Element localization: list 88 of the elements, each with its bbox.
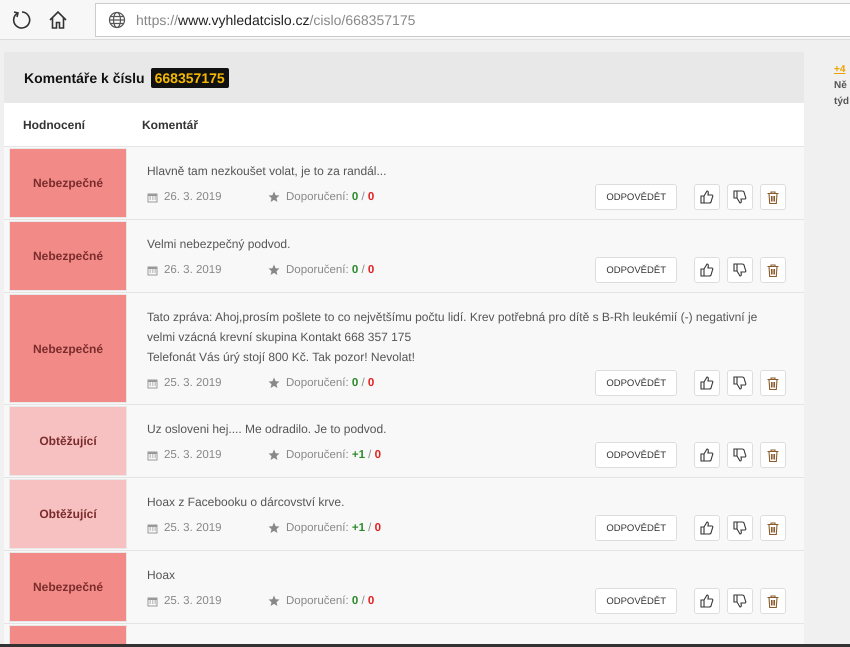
dislike-button[interactable]: [727, 588, 753, 614]
thumbs-up-icon: [700, 263, 714, 277]
trash-icon: [767, 376, 779, 390]
recommendation-count: Doporučení: 0 / 0: [286, 264, 374, 276]
reply-button[interactable]: ODPOVĚDĚT: [595, 184, 677, 210]
dislike-button[interactable]: [727, 184, 753, 210]
trash-icon: [767, 448, 779, 462]
calendar-icon: [147, 522, 158, 534]
rating-label: Nebezpečné: [9, 294, 127, 403]
comment-text: Tato zpráva: Ahoj,prosím pošlete to co největšímu počtu lidí. Krev potřebná pro dítě s B-Rh leukémií (-) negativní je velmi vzácná krevní skupina Kontakt 668 357 175 Telefonát Vás úrý stojí 800 Kč. Tak pozor! Nevolat!: [147, 309, 758, 366]
home-icon[interactable]: [47, 8, 69, 30]
thumbs-up-icon: [700, 448, 714, 462]
star-icon: [268, 377, 280, 389]
star-icon: [268, 449, 280, 461]
thumbs-up-icon: [700, 376, 714, 390]
rating-label: Obtěžující: [9, 479, 127, 549]
rating-label: Nebezpečné: [9, 221, 127, 291]
like-button[interactable]: [694, 370, 720, 396]
calendar-icon: [147, 264, 158, 276]
reload-icon[interactable]: [11, 8, 33, 30]
delete-button[interactable]: [760, 515, 786, 541]
like-button[interactable]: [694, 184, 720, 210]
trash-icon: [767, 522, 779, 534]
sidebar-text: Ně: [834, 79, 848, 93]
comment-date: 26. 3. 2019: [164, 191, 223, 203]
calendar-icon: [147, 450, 158, 460]
comment-date: 25. 3. 2019: [164, 377, 223, 389]
star-icon: [268, 264, 280, 276]
trash-icon: [767, 264, 779, 276]
comment-text: Velmi nebezpečný podvod.: [147, 236, 292, 253]
delete-button[interactable]: [760, 184, 786, 210]
delete-button[interactable]: [760, 370, 786, 396]
like-button[interactable]: [694, 515, 720, 541]
rating-label: Nebezpečné: [9, 552, 127, 622]
calendar-icon: [147, 192, 158, 202]
star-icon: [268, 522, 280, 534]
dislike-button[interactable]: [727, 257, 753, 283]
sidebar-text: týd: [834, 95, 849, 109]
trash-icon: [767, 594, 779, 608]
dislike-button[interactable]: [727, 370, 753, 396]
reply-button[interactable]: ODPOVĚDĚT: [595, 257, 677, 283]
comment-date: 25. 3. 2019: [164, 449, 223, 461]
thumbs-down-icon: [733, 448, 747, 462]
globe-icon: [108, 10, 126, 28]
column-header: Hodnocení: [22, 118, 86, 132]
delete-button[interactable]: [760, 257, 786, 283]
star-icon: [268, 595, 280, 607]
comment-text: Hoax: [147, 567, 176, 584]
trash-icon: [767, 190, 779, 204]
rating-label: Nebezpečné: [9, 148, 127, 218]
reply-button[interactable]: ODPOVĚDĚT: [595, 370, 677, 396]
rating-label: Obtěžující: [9, 406, 127, 476]
thumbs-down-icon: [733, 521, 747, 535]
thumbs-up-icon: [700, 190, 714, 204]
dislike-button[interactable]: [727, 515, 753, 541]
thumbs-up-icon: [700, 594, 714, 608]
like-button[interactable]: [694, 257, 720, 283]
thumbs-down-icon: [733, 594, 747, 608]
comment-text: Uz osloveni hej.... Me odradilo. Je to podvod.: [147, 421, 388, 438]
comment-text: Hoax z Facebooku o dárcovství krve.: [147, 494, 346, 511]
reply-button[interactable]: ODPOVĚDĚT: [595, 442, 677, 468]
column-header: Komentář: [142, 118, 198, 132]
comment-text: Hlavně tam nezkoušet volat, je to za randál...: [147, 163, 388, 180]
reply-button[interactable]: ODPOVĚDĚT: [595, 588, 677, 614]
comment-date: 25. 3. 2019: [164, 522, 223, 534]
comment-date: 26. 3. 2019: [164, 264, 223, 276]
address-bar[interactable]: https://www.vyhledatcislo.cz/cislo/668357175: [95, 2, 850, 36]
panel-title: Komentáře k číslu: [24, 70, 145, 86]
like-button[interactable]: [694, 588, 720, 614]
dislike-button[interactable]: [727, 442, 753, 468]
calendar-icon: [147, 378, 158, 388]
recommendation-count: Doporučení: 0 / 0: [286, 377, 374, 389]
recommendation-count: Doporučení: 0 / 0: [286, 595, 374, 607]
thumbs-down-icon: [733, 263, 747, 277]
delete-button[interactable]: [760, 442, 786, 468]
calendar-icon: [147, 596, 158, 606]
recommendation-count: Doporučení: +1 / 0: [286, 522, 381, 534]
star-icon: [268, 191, 280, 203]
thumbs-down-icon: [733, 190, 747, 204]
phone-number-badge: 668357175: [150, 68, 229, 88]
thumbs-up-icon: [700, 521, 714, 535]
delete-button[interactable]: [760, 588, 786, 614]
recommendation-count: Doporučení: 0 / 0: [286, 191, 374, 203]
like-button[interactable]: [694, 442, 720, 468]
comment-date: 25. 3. 2019: [164, 595, 223, 607]
thumbs-down-icon: [733, 376, 747, 390]
recommendation-count: Doporučení: +1 / 0: [286, 449, 381, 461]
reply-button[interactable]: ODPOVĚDĚT: [595, 515, 677, 541]
